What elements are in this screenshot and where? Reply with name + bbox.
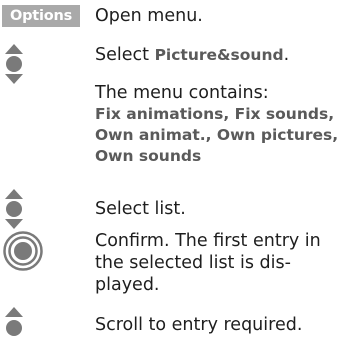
menu-items-line-3: Own sounds: [95, 147, 202, 165]
joystick-up-down-icon: [5, 44, 23, 84]
joystick-up-down-icon: [5, 189, 23, 229]
step-open-menu: Open menu.: [95, 6, 203, 26]
menu-items-line-1: Fix animations, Fix sounds,: [95, 105, 335, 123]
menu-items-line-2: Own animat., Own pictures,: [95, 126, 339, 144]
step-confirm: Confirm. The first entry in the selected…: [95, 231, 321, 295]
joystick-up-down-icon: [5, 307, 23, 336]
step-select-picture-sound: Select Picture&sound.: [95, 45, 290, 65]
step-scroll: Scroll to entry required.: [95, 315, 303, 335]
options-softkey: Options: [2, 5, 80, 27]
joystick-center-press-icon: [3, 231, 43, 271]
menu-contains-label: The menu contains:: [95, 83, 269, 103]
step-select-list: Select list.: [95, 199, 186, 219]
